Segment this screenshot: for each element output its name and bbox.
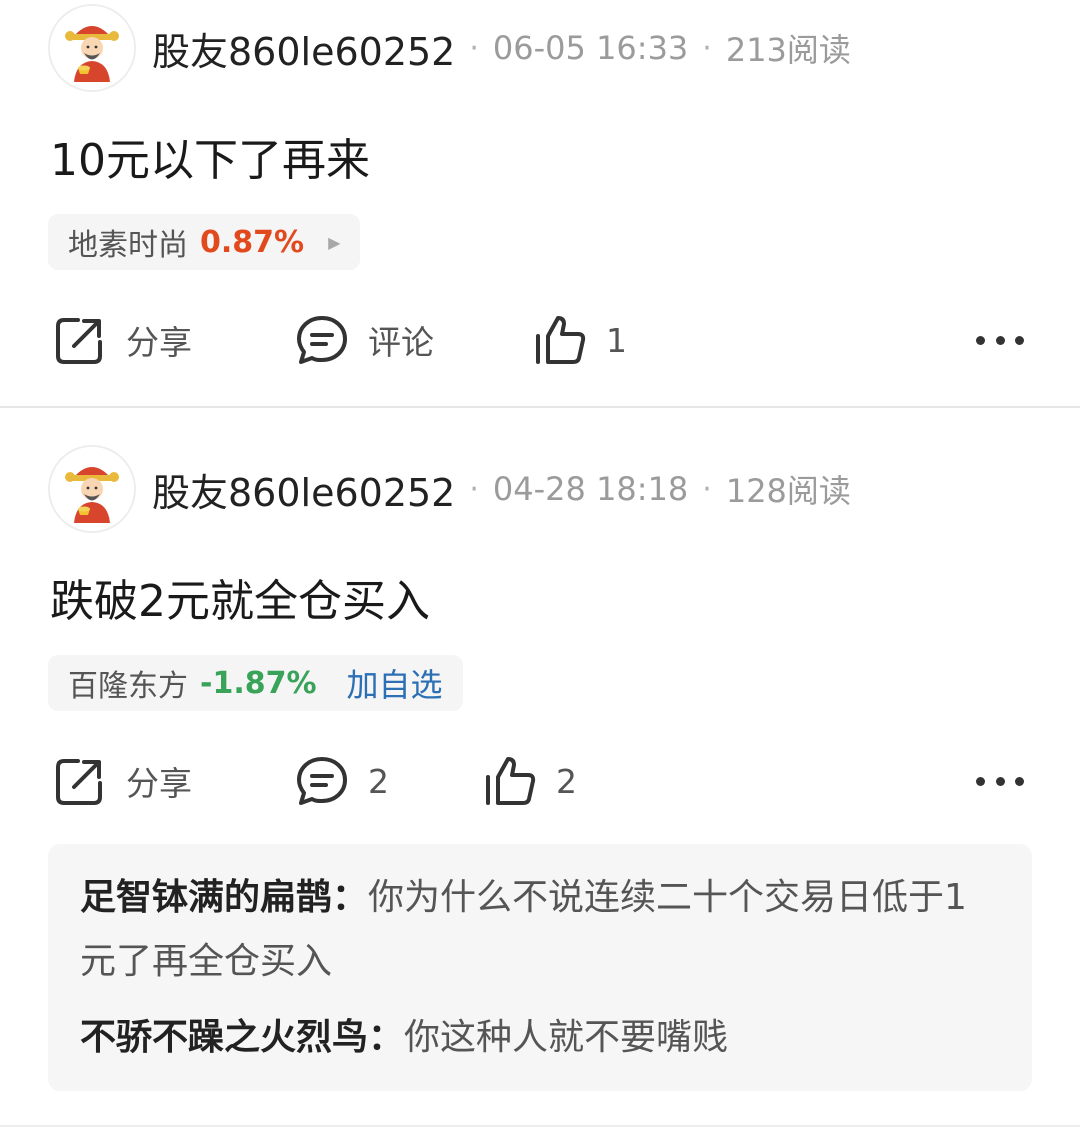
comment-preview-box[interactable]: 足智钵满的扁鹊：你为什么不说连续二十个交易日低于1元了再全仓买入 不骄不躁之火烈… — [48, 844, 1032, 1091]
more-button[interactable] — [976, 761, 1024, 801]
more-button[interactable] — [976, 320, 1024, 360]
fortune-god-avatar-icon — [50, 447, 134, 531]
add-to-watchlist-button[interactable]: 加自选 — [347, 660, 443, 706]
fortune-god-avatar-icon — [50, 6, 134, 90]
more-dots-icon — [1015, 776, 1024, 786]
more-dots-icon — [976, 335, 985, 345]
post-card: 股友860le60252 · 04-28 18:18 · 128阅读 跌破2元就… — [0, 408, 1080, 1127]
username[interactable]: 股友860le60252 — [152, 21, 455, 76]
meta-separator: · — [469, 30, 479, 66]
share-icon — [56, 759, 102, 805]
username[interactable]: 股友860le60252 — [152, 462, 455, 517]
comment-author[interactable]: 足智钵满的扁鹊： — [80, 877, 368, 918]
meta-separator: · — [702, 471, 712, 507]
post-time: 04-28 18:18 — [492, 470, 689, 508]
comment-author[interactable]: 不骄不躁之火烈鸟： — [80, 1017, 404, 1058]
comment-button[interactable]: 评论 — [294, 310, 434, 370]
meta-separator: · — [702, 30, 712, 66]
user-avatar[interactable] — [48, 4, 136, 92]
user-avatar[interactable] — [48, 445, 136, 533]
like-count: 1 — [606, 320, 627, 360]
share-icon — [56, 318, 102, 364]
comment-text: 你这种人就不要嘴贱 — [404, 1017, 729, 1058]
read-count: 213阅读 — [725, 31, 851, 69]
post-content[interactable]: 跌破2元就全仓买入 — [50, 565, 430, 629]
comment-item[interactable]: 足智钵满的扁鹊：你为什么不说连续二十个交易日低于1元了再全仓买入 — [80, 866, 980, 994]
like-button[interactable]: 1 — [532, 310, 627, 370]
comment-label: 评论 — [368, 323, 434, 362]
more-dots-icon — [995, 335, 1005, 345]
more-dots-icon — [1015, 335, 1024, 345]
stock-change: -1.87% — [200, 665, 317, 701]
comment-item[interactable]: 不骄不躁之火烈鸟：你这种人就不要嘴贱 — [80, 1006, 980, 1070]
post-time: 06-05 16:33 — [492, 29, 689, 67]
stock-name: 百隆东方 — [68, 669, 188, 704]
thumbs-up-icon — [536, 316, 586, 364]
meta-separator: · — [469, 471, 479, 507]
share-label: 分享 — [126, 764, 192, 803]
like-button[interactable]: 2 — [482, 751, 577, 811]
comment-bubble-icon — [297, 757, 347, 805]
comment-bubble-icon — [297, 316, 347, 364]
stock-tag[interactable]: 百隆东方 -1.87% 加自选 — [48, 655, 463, 711]
post-meta: 股友860le60252 · 04-28 18:18 · 128阅读 — [152, 461, 851, 517]
thumbs-up-icon — [486, 757, 536, 805]
post-meta: 股友860le60252 · 06-05 16:33 · 213阅读 — [152, 20, 851, 76]
share-button[interactable]: 分享 — [52, 751, 192, 811]
stock-name: 地素时尚 — [68, 228, 188, 263]
post-card: 股友860le60252 · 06-05 16:33 · 213阅读 10元以下… — [0, 0, 1080, 407]
more-dots-icon — [976, 776, 985, 786]
share-label: 分享 — [126, 323, 192, 362]
read-count: 128阅读 — [725, 472, 851, 510]
chevron-right-icon: ▶ — [328, 232, 341, 252]
post-content[interactable]: 10元以下了再来 — [50, 124, 370, 188]
stock-change: 0.87% — [200, 224, 305, 260]
share-button[interactable]: 分享 — [52, 310, 192, 370]
more-dots-icon — [995, 776, 1005, 786]
like-count: 2 — [556, 761, 577, 801]
comment-count: 2 — [368, 761, 389, 801]
comment-button[interactable]: 2 — [294, 751, 389, 811]
stock-tag[interactable]: 地素时尚 0.87% ▶ — [48, 214, 361, 270]
